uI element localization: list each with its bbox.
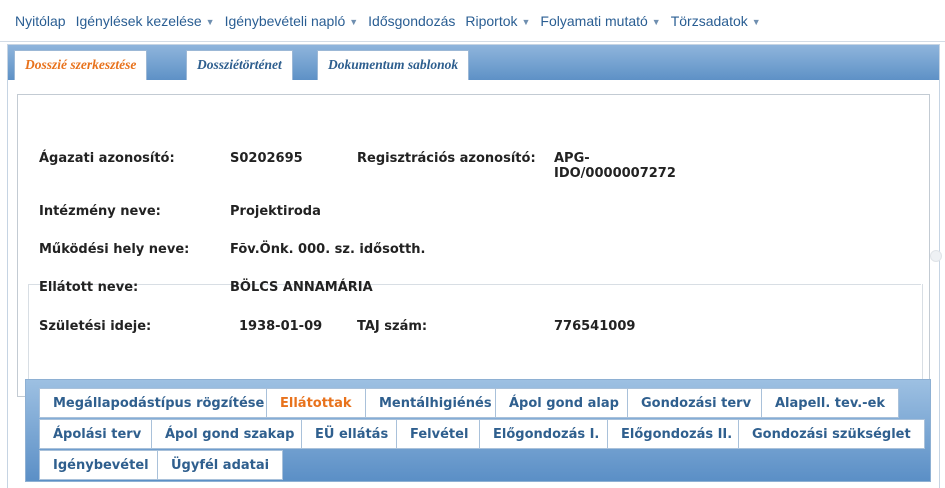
chevron-down-icon: ▼ [349, 16, 359, 27]
top-navigation: Nyitólap Igénylések kezelése ▼ Igénybevét… [0, 0, 945, 42]
subtab-ugyfel-adatai[interactable]: Ügyfél adatai [157, 450, 284, 480]
subtab-felvetel[interactable]: Felvétel [396, 419, 483, 449]
chevron-down-icon: ▼ [205, 16, 215, 27]
ellatott-neve-label: Ellátott neve: [39, 280, 139, 295]
subtab-apol-gond-szakap[interactable]: Ápol gond szakap [151, 419, 309, 449]
taj-szam-label: TAJ szám: [357, 319, 428, 334]
tab-strip: Dosszié szerkesztése Dossziétörténet Dok… [8, 45, 939, 80]
taj-szam-value: 776541009 [554, 319, 636, 334]
ellatott-neve-value: BÖLCS ANNAMÁRIA [230, 280, 373, 295]
sub-tab-panel: Megállapodástípus rögzítése Ellátottak M… [25, 379, 931, 482]
subtab-apol-gond-alap[interactable]: Ápol gond alap [495, 388, 633, 418]
intezmeny-neve-value: Projektiroda [230, 204, 321, 219]
regisztracios-azonosito-value-line2: IDO/0000007272 [554, 166, 676, 181]
nav-idosgondozas[interactable]: Idősgondozás [368, 13, 455, 29]
tab-dosszie-szerkesztese[interactable]: Dosszié szerkesztése [14, 50, 148, 80]
szuletesi-ideje-label: Születési ideje: [39, 319, 152, 334]
szuletesi-ideje-value: 1938-01-09 [239, 319, 323, 334]
chevron-down-icon: ▼ [751, 16, 761, 27]
subtab-mentalhigienes[interactable]: Mentálhigiénés [365, 388, 506, 418]
subtab-gondozasi-terv[interactable]: Gondozási terv [627, 388, 766, 418]
intezmeny-neve-label: Intézmény neve: [39, 204, 161, 219]
subtab-apolasi-terv[interactable]: Ápolási terv [39, 419, 156, 449]
nav-igenybeveteli-naplo[interactable]: Igénybevételi napló ▼ [225, 13, 359, 29]
tab-dossziétortenet[interactable]: Dossziétörténet [186, 50, 293, 80]
mukodesi-hely-label: Működési hely neve: [39, 242, 190, 257]
agazati-azonosito-label: Ágazati azonosító: [39, 151, 175, 166]
nav-torzsadatok[interactable]: Törzsadatok ▼ [671, 13, 761, 29]
regisztracios-azonosito-label: Regisztrációs azonosító: [357, 151, 536, 166]
subtab-gondozasi-szukseglet[interactable]: Gondozási szükséglet [738, 419, 925, 449]
chevron-down-icon: ▼ [651, 16, 661, 27]
divider [28, 284, 29, 394]
nav-nyitolap[interactable]: Nyitólap [15, 13, 66, 29]
mukodesi-hely-value: Fõv.Önk. 000. sz. idősotth. [230, 242, 426, 257]
nav-riportok[interactable]: Riportok ▼ [465, 13, 530, 29]
chevron-down-icon: ▼ [521, 16, 531, 27]
subtab-elogondozas-1[interactable]: Előgondozás I. [479, 419, 614, 449]
subtab-ellatottak[interactable]: Ellátottak [266, 388, 366, 418]
divider [28, 284, 921, 285]
regisztracios-azonosito-value-line1: APG- [554, 151, 590, 166]
dossier-details-panel: Ágazati azonosító: S0202695 Regisztráció… [17, 94, 942, 397]
divider [922, 284, 923, 394]
agazati-azonosito-value: S0202695 [230, 151, 303, 166]
tab-dokumentum-sablonok[interactable]: Dokumentum sablonok [317, 50, 470, 80]
subtab-elogondozas-2[interactable]: Előgondozás II. [607, 419, 747, 449]
scroll-handle[interactable] [930, 250, 942, 262]
main-frame: Dosszié szerkesztése Dossziétörténet Dok… [7, 44, 942, 488]
subtab-megallapodastipus[interactable]: Megállapodástípus rögzítése [39, 388, 279, 418]
subtab-eu-ellatas[interactable]: EÜ ellátás [301, 419, 403, 449]
nav-igenylesek-kezelese[interactable]: Igénylések kezelése ▼ [76, 13, 215, 29]
nav-folyamati-mutato[interactable]: Folyamati mutató ▼ [540, 13, 660, 29]
subtab-igenybevetel[interactable]: Igénybevétel [39, 450, 163, 480]
subtab-alapell-tev-ek[interactable]: Alapell. tev.-ek [761, 388, 900, 418]
